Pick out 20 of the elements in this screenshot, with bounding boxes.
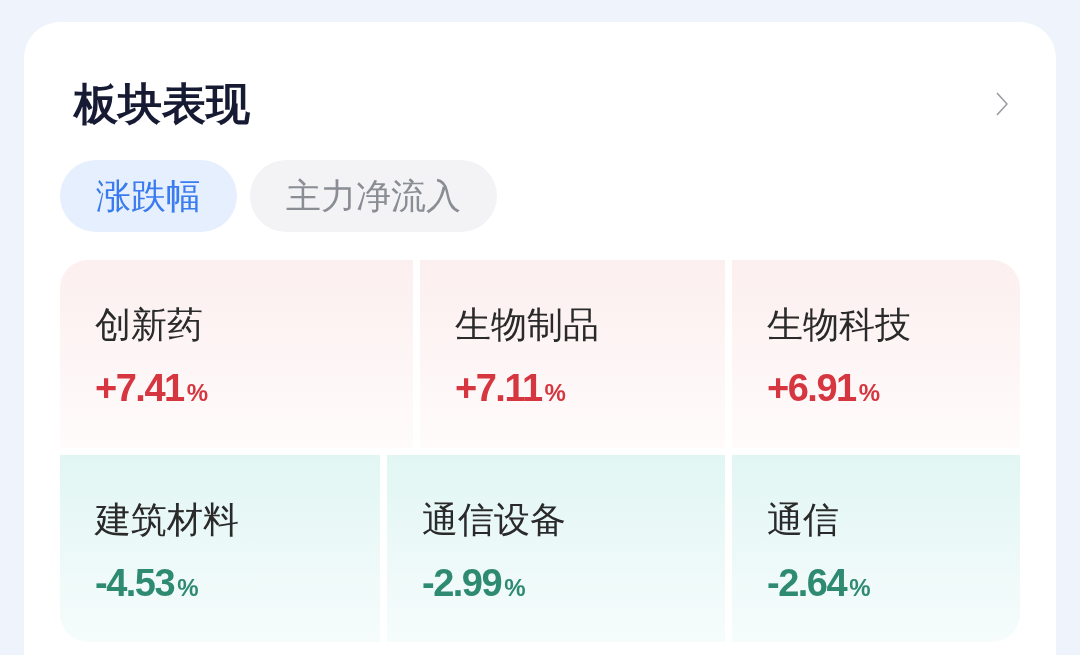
sector-tile[interactable]: 生物制品 +7.11%: [420, 260, 725, 448]
sector-tile[interactable]: 建筑材料 -4.53%: [60, 455, 380, 642]
sector-tile[interactable]: 生物科技 +6.91%: [732, 260, 1020, 448]
sector-name: 通信: [767, 498, 839, 542]
change-value: -2.99%: [422, 561, 526, 606]
sector-tile[interactable]: 通信 -2.64%: [732, 455, 1020, 642]
change-value: -2.64%: [767, 561, 871, 606]
change-value: -4.53%: [95, 561, 199, 606]
sector-name: 建筑材料: [95, 498, 239, 542]
sector-name: 生物制品: [455, 303, 599, 347]
card-title: 板块表现: [74, 77, 250, 131]
sector-name: 通信设备: [422, 498, 566, 542]
chevron-right-icon[interactable]: [996, 92, 1008, 116]
sector-tile[interactable]: 通信设备 -2.99%: [387, 455, 725, 642]
sector-name: 创新药: [95, 303, 203, 347]
change-value: +7.41%: [95, 366, 208, 411]
sector-tile[interactable]: 创新药 +7.41%: [60, 260, 413, 448]
sector-name: 生物科技: [767, 303, 911, 347]
change-value: +6.91%: [767, 366, 880, 411]
change-value: +7.11%: [455, 366, 566, 411]
